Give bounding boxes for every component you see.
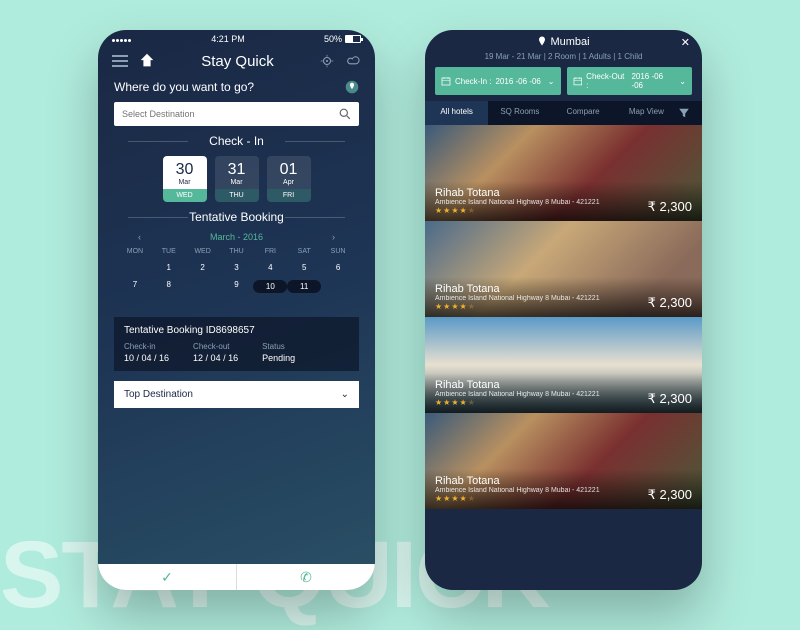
top-destination-button[interactable]: Top Destination ⌄ — [114, 381, 359, 408]
calendar-day[interactable]: 11 — [287, 280, 321, 293]
hotel-address: Ambience Island National Highway 8 Mubai… — [435, 199, 600, 206]
prompt: Where do you want to go? — [98, 80, 375, 94]
hotel-name: Rihab Totana — [435, 283, 600, 295]
hotel-name: Rihab Totana — [435, 475, 600, 487]
calendar-day[interactable]: 2 — [186, 263, 220, 272]
location-pin-icon — [537, 36, 547, 46]
date-card[interactable]: 31MarTHU — [215, 156, 259, 202]
hotel-address: Ambience Island National Highway 8 Mubai… — [435, 487, 600, 494]
hotel-card[interactable]: Rihab TotanaAmbience Island National Hig… — [425, 221, 702, 317]
prompt-text: Where do you want to go? — [114, 80, 345, 94]
hotel-price: ₹ 2,300 — [648, 199, 692, 215]
booking-col: Check-out12 / 04 / 16 — [193, 342, 238, 363]
calendar-day[interactable]: 9 — [220, 280, 254, 293]
checkin-header: Check - In — [98, 134, 375, 148]
hotel-card[interactable]: Rihab TotanaAmbience Island National Hig… — [425, 413, 702, 509]
calendar-dow: FRI — [253, 248, 287, 255]
hotel-rating: ★★★★★ — [435, 494, 600, 503]
footer: ✓ ✆ — [98, 564, 375, 590]
calendar-day[interactable]: 4 — [253, 263, 287, 272]
tentative-header: Tentative Booking — [98, 210, 375, 224]
chevron-down-icon: ⌄ — [548, 77, 555, 86]
hotel-list: Rihab TotanaAmbience Island National Hig… — [425, 125, 702, 509]
hotel-address: Ambience Island National Highway 8 Mubai… — [435, 295, 600, 302]
top-bar: Stay Quick — [98, 46, 375, 80]
results-summary: 19 Mar - 21 Mar | 2 Room | 1 Adults | 1 … — [425, 52, 702, 61]
calendar-day[interactable]: 10 — [253, 280, 287, 293]
calendar-day — [186, 280, 220, 293]
status-bar: 4:21 PM 50% — [98, 30, 375, 46]
calendar-day — [321, 280, 355, 293]
booking-summary: Tentative Booking ID8698657 Check-in10 /… — [114, 317, 359, 371]
app-title: Stay Quick — [166, 53, 309, 70]
calendar-dow: SUN — [321, 248, 355, 255]
tab-all-hotels[interactable]: All hotels — [425, 101, 488, 125]
hotel-rating: ★★★★★ — [435, 398, 600, 407]
results-header: Mumbai ✕ — [425, 30, 702, 52]
calendar-day[interactable]: 6 — [321, 263, 355, 272]
phone-results: Mumbai ✕ 19 Mar - 21 Mar | 2 Room | 1 Ad… — [425, 30, 702, 590]
results-tabs: All hotels SQ Rooms Compare Map View — [425, 101, 702, 125]
date-card[interactable]: 30MarWED — [163, 156, 207, 202]
filter-icon[interactable] — [678, 101, 702, 125]
menu-icon[interactable] — [112, 55, 128, 67]
date-filters: Check-In :2016 -06 -06 ⌄ Check-Out :2016… — [425, 67, 702, 95]
hotel-address: Ambience Island National Highway 8 Mubai… — [435, 391, 600, 398]
hotel-name: Rihab Totana — [435, 379, 600, 391]
calendar: ‹ March - 2016 › MONTUEWEDTHUFRISATSUN 12… — [98, 232, 375, 309]
checkout-dropdown[interactable]: Check-Out :2016 -06 -06 ⌄ — [567, 67, 693, 95]
prev-month-icon[interactable]: ‹ — [138, 232, 141, 242]
date-selector: 30MarWED 31MarTHU 01AprFRI — [98, 156, 375, 202]
battery-indicator: 50% — [324, 34, 361, 44]
calendar-day[interactable]: 7 — [118, 280, 152, 293]
calendar-dow: THU — [220, 248, 254, 255]
calendar-dow: SAT — [287, 248, 321, 255]
hotel-card[interactable]: Rihab TotanaAmbience Island National Hig… — [425, 125, 702, 221]
search-input[interactable] — [114, 102, 359, 126]
calendar-dow: MON — [118, 248, 152, 255]
hotel-rating: ★★★★★ — [435, 302, 600, 311]
calendar-month: ‹ March - 2016 › — [118, 232, 355, 242]
tab-map-view[interactable]: Map View — [615, 101, 678, 125]
booking-col: Check-in10 / 04 / 16 — [124, 342, 169, 363]
calendar-day[interactable]: 1 — [152, 263, 186, 272]
tab-sq-rooms[interactable]: SQ Rooms — [488, 101, 551, 125]
phone-search: 4:21 PM 50% Stay Quick Where do you want… — [98, 30, 375, 590]
calendar-day[interactable]: 3 — [220, 263, 254, 272]
chevron-down-icon: ⌄ — [341, 389, 349, 400]
calendar-day[interactable]: 8 — [152, 280, 186, 293]
calendar-day[interactable]: 5 — [287, 263, 321, 272]
close-icon[interactable]: ✕ — [681, 36, 690, 49]
date-card[interactable]: 01AprFRI — [267, 156, 311, 202]
calendar-dow: TUE — [152, 248, 186, 255]
confirm-icon[interactable]: ✓ — [98, 564, 236, 590]
hotel-price: ₹ 2,300 — [648, 487, 692, 503]
status-time: 4:21 PM — [211, 34, 245, 44]
locate-icon[interactable] — [319, 53, 335, 69]
search-field[interactable] — [122, 109, 339, 119]
checkin-dropdown[interactable]: Check-In :2016 -06 -06 ⌄ — [435, 67, 561, 95]
calendar-dow: WED — [186, 248, 220, 255]
hotel-rating: ★★★★★ — [435, 206, 600, 215]
weather-icon[interactable] — [345, 53, 361, 69]
hotel-name: Rihab Totana — [435, 187, 600, 199]
pin-icon[interactable] — [345, 80, 359, 94]
booking-title: Tentative Booking ID8698657 — [124, 325, 349, 336]
calendar-icon — [573, 76, 583, 86]
hotel-price: ₹ 2,300 — [648, 391, 692, 407]
city-name: Mumbai — [550, 36, 589, 48]
calendar-icon — [441, 76, 451, 86]
next-month-icon[interactable]: › — [332, 232, 335, 242]
signal-dots — [112, 34, 132, 44]
search-icon[interactable] — [339, 108, 351, 120]
app-logo-icon — [138, 52, 156, 70]
booking-col: StatusPending — [262, 342, 295, 363]
hotel-card[interactable]: Rihab TotanaAmbience Island National Hig… — [425, 317, 702, 413]
hotel-price: ₹ 2,300 — [648, 295, 692, 311]
tab-compare[interactable]: Compare — [552, 101, 615, 125]
call-icon[interactable]: ✆ — [236, 564, 375, 590]
calendar-day — [118, 263, 152, 272]
chevron-down-icon: ⌄ — [679, 77, 686, 86]
